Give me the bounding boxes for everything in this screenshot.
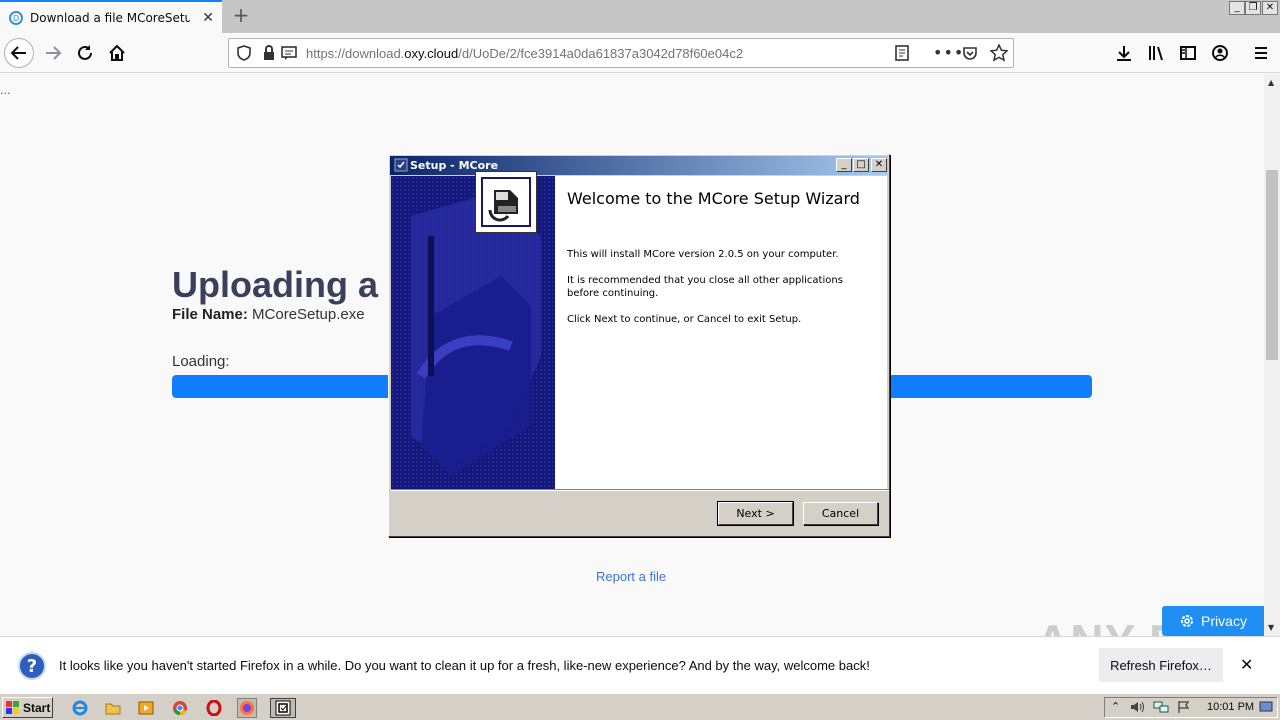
window-minimize-button[interactable]: _	[1229, 1, 1245, 15]
wizard-heading: Welcome to the MCore Setup Wizard	[567, 189, 860, 208]
home-icon	[109, 44, 125, 61]
tab-close-icon[interactable]: ✕	[202, 10, 214, 26]
scroll-down-arrow-icon[interactable]: ▼	[1268, 623, 1274, 632]
refresh-firefox-button[interactable]: Refresh Firefox…	[1099, 648, 1223, 682]
windows-taskbar: Start ⌃ 10:01 PM	[0, 693, 1280, 720]
sidebar-button[interactable]	[1173, 38, 1203, 68]
library-button[interactable]	[1141, 38, 1171, 68]
scroll-up-arrow-icon[interactable]: ▲	[1268, 78, 1274, 87]
internet-explorer-icon[interactable]	[70, 698, 90, 718]
notification-text: It looks like you haven't started Firefo…	[59, 658, 870, 673]
file-name-value: MCoreSetup.exe	[252, 306, 365, 323]
dialog-maximize-button[interactable]: □	[853, 158, 869, 172]
downloads-button[interactable]	[1109, 38, 1139, 68]
firefox-notification-bar: ? It looks like you haven't started Fire…	[0, 636, 1280, 693]
tracking-shield-icon[interactable]	[237, 45, 251, 64]
notification-close-icon[interactable]: ✕	[1240, 655, 1253, 674]
forward-button[interactable]	[38, 38, 68, 68]
reload-button[interactable]	[70, 38, 100, 68]
volume-icon[interactable]	[1129, 700, 1145, 717]
privacy-label: Privacy	[1201, 613, 1247, 629]
loading-dots: ...	[0, 84, 11, 97]
site-favicon-icon: D	[8, 10, 24, 26]
lock-icon[interactable]	[263, 45, 275, 64]
tab-active[interactable]: D Download a file MCoreSetup.exe o ✕	[0, 0, 222, 33]
hamburger-menu-icon	[1255, 47, 1267, 59]
navigation-toolbar: https://download.oxy.cloud/d/UoDe/2/fce3…	[0, 33, 1280, 73]
back-arrow-icon	[10, 46, 26, 60]
download-icon	[1117, 46, 1131, 61]
bookmark-star-icon[interactable]	[989, 43, 1009, 65]
opera-icon[interactable]	[204, 698, 224, 718]
window-restore-button[interactable]: ❐	[1245, 1, 1261, 15]
tab-strip: D Download a file MCoreSetup.exe o ✕ + _…	[0, 0, 1280, 33]
reader-view-icon[interactable]	[894, 45, 910, 64]
tab-title: Download a file MCoreSetup.exe o	[30, 10, 190, 25]
loading-label: Loading:	[172, 353, 230, 370]
page-heading: Uploading a	[172, 264, 378, 305]
cancel-button[interactable]: Cancel	[803, 502, 878, 525]
back-button[interactable]	[4, 38, 34, 68]
svg-text:D: D	[13, 14, 19, 23]
setup-taskbar-icon[interactable]	[270, 698, 296, 718]
page-actions-icon[interactable]: •••	[933, 43, 964, 62]
wizard-text-recommend: It is recommended that you close all oth…	[567, 275, 843, 299]
report-file-link[interactable]: Report a file	[596, 569, 666, 584]
file-name-line: File Name: MCoreSetup.exe	[172, 306, 365, 323]
tray-expand-icon[interactable]: ⌃	[1111, 700, 1120, 713]
network-icon[interactable]	[1153, 700, 1169, 717]
wizard-text-continue: Click Next to continue, or Cancel to exi…	[567, 314, 802, 325]
system-tray: ⌃ 10:01 PM	[1104, 697, 1278, 718]
file-name-label: File Name:	[172, 306, 248, 323]
start-label: Start	[23, 700, 51, 715]
dialog-minimize-button[interactable]: _	[836, 158, 852, 172]
dialog-titlebar[interactable]: Setup - MCore _ □ ✕	[390, 156, 888, 175]
dialog-close-button[interactable]: ✕	[871, 158, 887, 172]
library-icon	[1149, 46, 1163, 61]
account-button[interactable]	[1205, 38, 1235, 68]
file-explorer-icon[interactable]	[103, 698, 123, 718]
chrome-icon[interactable]	[170, 698, 190, 718]
windows-logo-icon	[6, 700, 19, 714]
new-tab-button[interactable]: +	[230, 4, 252, 28]
menu-button[interactable]	[1246, 38, 1276, 68]
media-player-icon[interactable]	[136, 698, 156, 718]
account-icon	[1212, 45, 1228, 61]
url-host: oxy.cloud	[404, 46, 459, 61]
firefox-taskbar-icon[interactable]	[237, 698, 257, 718]
window-close-button[interactable]: ✕	[1262, 1, 1278, 15]
reload-icon	[78, 45, 92, 60]
installer-logo-icon	[475, 171, 537, 233]
url-path: /d/UoDe/2/fce3914a0da61837a3042d78f60e04…	[458, 46, 744, 61]
url-prefix: https://download.	[306, 46, 405, 61]
wizard-content-panel: Welcome to the MCore Setup Wizard This w…	[555, 176, 887, 489]
pocket-icon[interactable]	[962, 45, 978, 64]
forward-arrow-icon	[46, 46, 62, 60]
permissions-icon[interactable]	[281, 45, 297, 64]
wizard-text-install: This will install MCore version 2.0.5 on…	[567, 249, 839, 260]
question-icon: ?	[18, 652, 46, 680]
privacy-button[interactable]: Privacy	[1162, 606, 1264, 636]
home-button[interactable]	[102, 38, 132, 68]
scrollbar-thumb[interactable]	[1266, 170, 1278, 360]
setup-app-icon	[394, 158, 408, 175]
setup-wizard-dialog: Setup - MCore _ □ ✕ Welcome to the MCore…	[388, 154, 890, 537]
dialog-separator	[391, 489, 889, 491]
url-bar[interactable]: https://download.oxy.cloud/d/UoDe/2/fce3…	[228, 38, 1014, 68]
sidebar-icon	[1180, 46, 1196, 60]
show-desktop-icon[interactable]	[1259, 701, 1273, 716]
clock[interactable]: 10:01 PM	[1207, 701, 1254, 713]
start-button[interactable]: Start	[2, 697, 53, 718]
action-center-flag-icon[interactable]	[1177, 700, 1191, 717]
url-text[interactable]: https://download.oxy.cloud/d/UoDe/2/fce3…	[306, 46, 743, 61]
gear-icon	[1181, 615, 1194, 627]
next-button[interactable]: Next >	[717, 501, 794, 526]
